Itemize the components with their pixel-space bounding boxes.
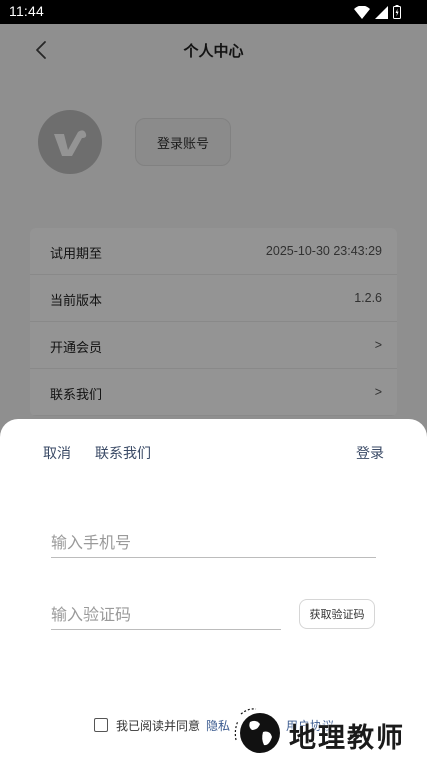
watermark-text: 地理教师 bbox=[289, 723, 405, 754]
wifi-icon bbox=[354, 5, 370, 19]
watermark-logo: 地理教师 bbox=[232, 706, 422, 758]
login-button[interactable]: 登录 bbox=[356, 443, 384, 463]
privacy-policy-link[interactable]: 隐私 bbox=[206, 717, 230, 734]
status-icons bbox=[354, 5, 401, 19]
status-time: 11:44 bbox=[9, 3, 44, 19]
get-code-button[interactable]: 获取验证码 bbox=[299, 599, 375, 629]
cancel-button[interactable]: 取消 bbox=[43, 443, 71, 463]
agreement-text: 我已阅读并同意 bbox=[116, 718, 201, 733]
globe-icon bbox=[234, 708, 280, 753]
phone-input[interactable] bbox=[51, 529, 376, 558]
agreement-checkbox[interactable] bbox=[94, 718, 108, 732]
battery-icon bbox=[393, 5, 401, 19]
status-bar: 11:44 bbox=[0, 0, 427, 24]
signal-icon bbox=[375, 5, 388, 19]
contact-us-button[interactable]: 联系我们 bbox=[95, 443, 151, 463]
verification-code-input[interactable] bbox=[51, 601, 281, 630]
